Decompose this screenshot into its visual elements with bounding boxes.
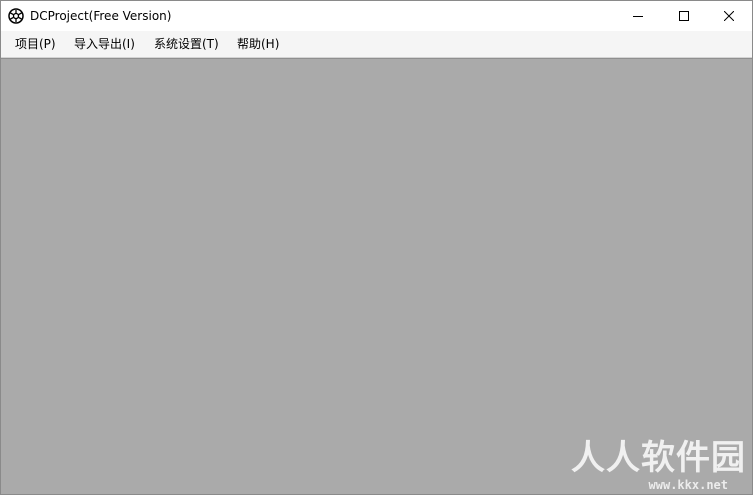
menu-project[interactable]: 项目(P)	[15, 36, 56, 52]
minimize-button[interactable]	[615, 1, 661, 31]
watermark-text: 人人软件园	[571, 438, 746, 478]
menu-import-export[interactable]: 导入导出(I)	[74, 36, 135, 52]
close-button[interactable]	[706, 1, 752, 31]
window-title: DCProject(Free Version)	[30, 9, 172, 23]
menu-help[interactable]: 帮助(H)	[237, 36, 279, 52]
mdi-client-area[interactable]: 人人软件园 www.kkx.net	[1, 58, 752, 494]
close-icon	[724, 11, 734, 21]
minimize-icon	[633, 16, 643, 17]
gear-icon	[8, 8, 24, 24]
menu-system-settings[interactable]: 系统设置(T)	[154, 36, 219, 52]
maximize-button[interactable]	[661, 1, 707, 31]
menu-bar: 项目(P) 导入导出(I) 系统设置(T) 帮助(H)	[1, 31, 752, 58]
maximize-icon	[679, 11, 689, 21]
title-bar[interactable]: DCProject(Free Version)	[1, 1, 752, 31]
watermark-url: www.kkx.net	[648, 478, 728, 492]
app-window: DCProject(Free Version) 项目(P) 导入导出(I) 系统…	[0, 0, 753, 495]
